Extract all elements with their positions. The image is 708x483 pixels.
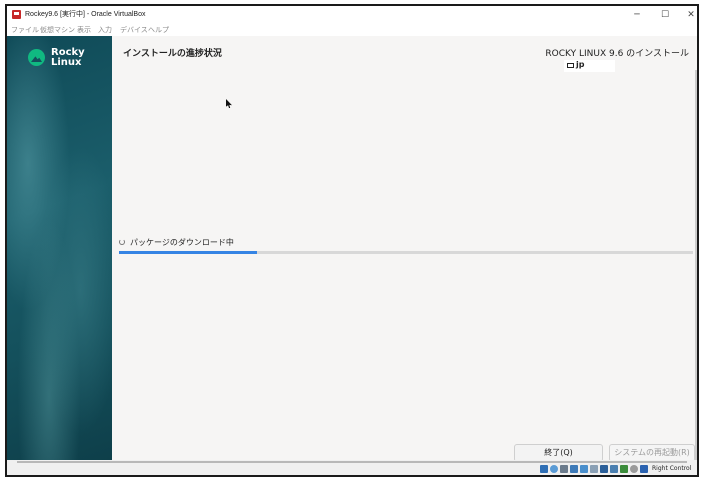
keyboard-icon (567, 63, 574, 68)
vertical-scrollbar[interactable] (695, 70, 697, 460)
rocky-logo-icon (28, 49, 45, 66)
mouse-integration-icon[interactable] (630, 465, 638, 473)
install-progress-fill (119, 251, 257, 254)
host-key-label: Right Control (652, 465, 692, 472)
title-bar: Rockey9.6 [実行中] - Oracle VirtualBox ─ ☐ … (7, 6, 697, 24)
status-bar: Right Control (7, 460, 697, 475)
vm-display[interactable]: Rocky Linux インストールの進捗状況 ROCKY LINUX 9.6 … (7, 36, 697, 462)
progress-status-label: パッケージのダウンロード中 (130, 238, 234, 247)
virtualbox-window: Rockey9.6 [実行中] - Oracle VirtualBox ─ ☐ … (5, 4, 699, 477)
display-icon[interactable] (600, 465, 608, 473)
menu-view[interactable]: 表示 (77, 25, 91, 35)
spinner-icon (119, 239, 125, 245)
product-title: ROCKY LINUX 9.6 のインストール (545, 49, 689, 59)
page-title: インストールの進捗状況 (123, 49, 222, 59)
menu-machine[interactable]: 仮想マシン (40, 25, 75, 35)
menu-input[interactable]: 入力 (98, 25, 112, 35)
virtualbox-app-icon (12, 10, 21, 19)
installer-content: インストールの進捗状況 ROCKY LINUX 9.6 のインストール jp パ… (112, 36, 697, 462)
close-button[interactable]: ✕ (684, 8, 698, 22)
menu-bar: ファイル 仮想マシン 表示 入力 デバイス ヘルプ (7, 24, 697, 36)
window-title: Rockey9.6 [実行中] - Oracle VirtualBox (25, 11, 146, 18)
menu-help[interactable]: ヘルプ (148, 25, 169, 35)
hard-disk-icon[interactable] (540, 465, 548, 473)
network-icon[interactable] (570, 465, 578, 473)
horizontal-scrollbar[interactable] (17, 461, 687, 463)
install-progress-bar (119, 251, 693, 254)
optical-drive-icon[interactable] (550, 465, 558, 473)
shared-folders-icon[interactable] (590, 465, 598, 473)
cpu-icon[interactable] (620, 465, 628, 473)
menu-file[interactable]: ファイル (11, 25, 39, 35)
menu-devices[interactable]: デバイス (120, 25, 148, 35)
recording-icon[interactable] (610, 465, 618, 473)
keyboard-capture-icon[interactable] (640, 465, 648, 473)
keyboard-layout-indicator[interactable]: jp (564, 60, 615, 72)
audio-icon[interactable] (560, 465, 568, 473)
usb-icon[interactable] (580, 465, 588, 473)
rocky-logo-text: Rocky Linux (51, 48, 85, 68)
minimize-button[interactable]: ─ (630, 8, 644, 22)
keyboard-layout-label: jp (576, 60, 585, 69)
logo-line-linux: Linux (51, 57, 82, 68)
maximize-button[interactable]: ☐ (658, 8, 672, 22)
installer-sidebar: Rocky Linux (7, 36, 112, 460)
